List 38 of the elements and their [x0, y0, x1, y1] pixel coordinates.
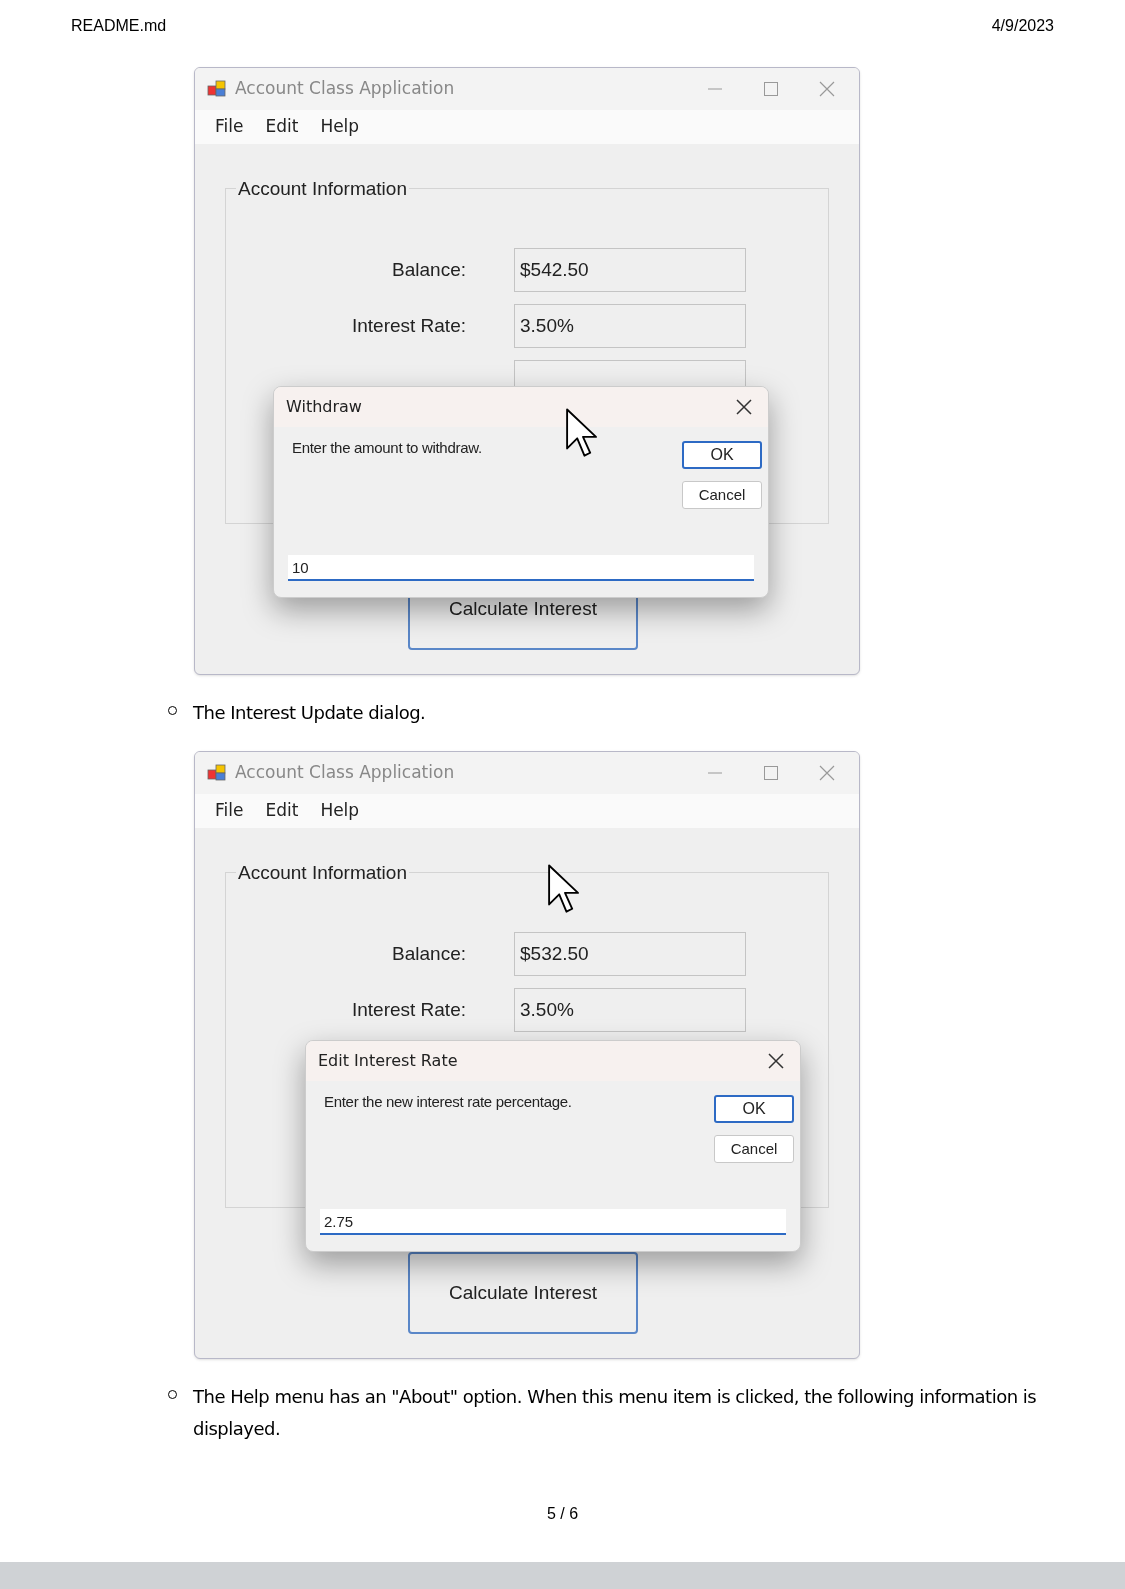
ok-button[interactable]: OK	[714, 1095, 794, 1123]
close-icon[interactable]	[768, 1053, 784, 1069]
dialog-prompt: Enter the amount to withdraw.	[292, 438, 482, 458]
field-label: Interest Rate:	[351, 997, 466, 1022]
value-field: $532.50	[514, 932, 746, 976]
value-field: 3.50%	[514, 304, 746, 348]
cancel-button[interactable]: Cancel	[714, 1135, 794, 1163]
value-field: $542.50	[514, 248, 746, 292]
maximize-icon[interactable]	[763, 81, 779, 97]
window-title: Account Class Application	[235, 761, 455, 785]
app-icon	[207, 763, 227, 783]
file-name: README.md	[71, 16, 167, 36]
field-label: Balance:	[392, 941, 466, 966]
bullet-text: The Interest Update dialog.	[193, 701, 426, 725]
print-date: 4/9/2023	[991, 16, 1054, 36]
window-title: Account Class Application	[235, 77, 455, 101]
menu-item[interactable]: Edit	[265, 798, 299, 824]
dialog-prompt: Enter the new interest rate percentage.	[324, 1092, 572, 1112]
value-field: 3.50%	[514, 988, 746, 1032]
menu-item[interactable]: Help	[320, 114, 360, 140]
app-icon	[207, 79, 227, 99]
input-field[interactable]: 10	[288, 555, 754, 581]
bullet-text: The Help menu has an "About" option. When this menu item is clicked, the following information is displayed.	[193, 1385, 1038, 1441]
field-label: Interest Rate:	[351, 313, 466, 338]
menu-item[interactable]: Edit	[265, 114, 299, 140]
dialog-title: Edit Interest Rate	[318, 1050, 458, 1072]
calculate-interest-button[interactable]: Calculate Interest	[408, 1252, 638, 1334]
dialog-title: Withdraw	[286, 396, 362, 418]
cancel-button[interactable]: Cancel	[682, 481, 762, 509]
close-icon[interactable]	[736, 399, 752, 415]
menu-item[interactable]: File	[215, 114, 244, 140]
menu-item[interactable]: Help	[320, 798, 360, 824]
page-number: 5 / 6	[546, 1504, 579, 1524]
maximize-icon[interactable]	[763, 765, 779, 781]
field-label: Balance:	[392, 257, 466, 282]
input-field[interactable]: 2.75	[320, 1209, 786, 1235]
menu-item[interactable]: File	[215, 798, 244, 824]
ok-button[interactable]: OK	[682, 441, 762, 469]
